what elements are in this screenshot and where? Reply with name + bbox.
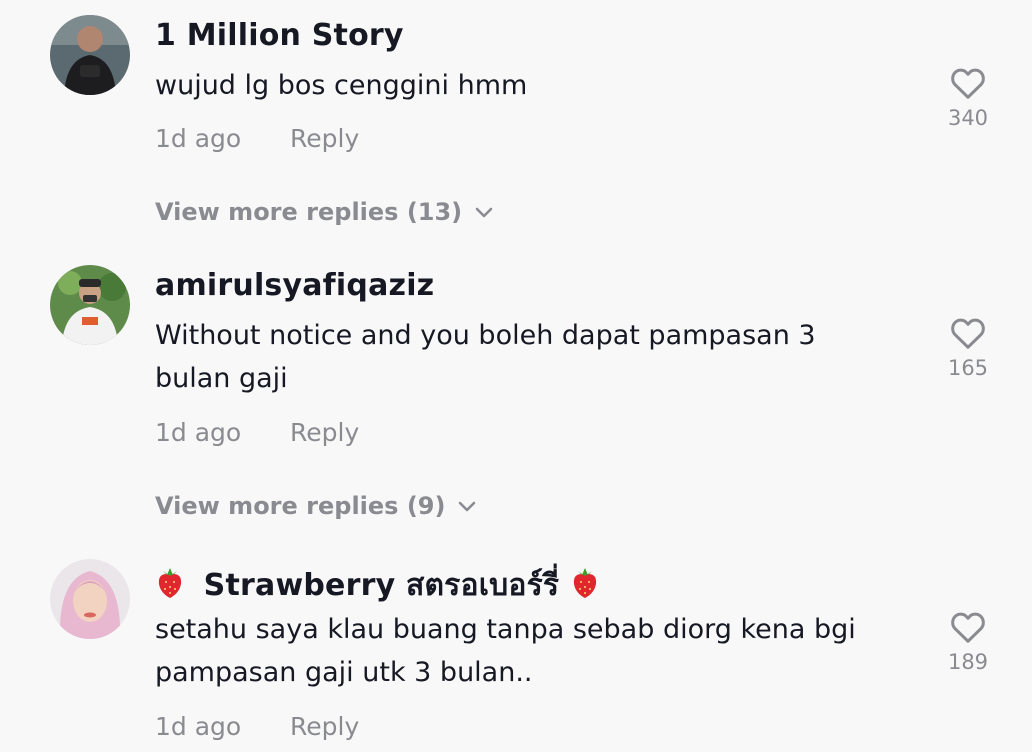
reply-button[interactable]: Reply bbox=[290, 124, 359, 153]
view-more-replies[interactable]: View more replies (9) bbox=[155, 492, 477, 520]
chevron-down-icon bbox=[462, 198, 494, 226]
like-button[interactable]: 189 bbox=[938, 610, 998, 674]
chevron-down-icon bbox=[445, 492, 477, 520]
avatar[interactable] bbox=[50, 265, 130, 345]
like-button[interactable]: 165 bbox=[938, 316, 998, 380]
strawberry-icon bbox=[570, 565, 600, 607]
comment-text: Without notice and you boleh dapat pampa… bbox=[155, 320, 816, 394]
comment-time: 1d ago bbox=[155, 712, 242, 741]
reply-button[interactable]: Reply bbox=[290, 418, 359, 447]
like-button[interactable]: 340 bbox=[938, 66, 998, 130]
avatar[interactable] bbox=[50, 559, 130, 639]
like-count: 189 bbox=[947, 650, 989, 674]
reply-button[interactable]: Reply bbox=[290, 712, 359, 741]
comment-time: 1d ago bbox=[155, 124, 242, 153]
avatar[interactable] bbox=[50, 15, 130, 95]
username[interactable]: 1 Million Story bbox=[155, 18, 404, 53]
heart-outline-icon bbox=[938, 66, 998, 100]
heart-outline-icon bbox=[938, 316, 998, 350]
comment-time: 1d ago bbox=[155, 418, 242, 447]
view-more-replies[interactable]: View more replies (13) bbox=[155, 198, 494, 226]
heart-outline-icon bbox=[938, 610, 998, 644]
like-count: 165 bbox=[947, 356, 989, 380]
view-more-replies-label: View more replies (9) bbox=[155, 492, 446, 520]
strawberry-icon bbox=[155, 565, 185, 607]
view-more-replies-label: View more replies (13) bbox=[155, 198, 463, 226]
username[interactable]: Strawberry สตรอเบอร์รี่ bbox=[155, 562, 600, 609]
username-text: Strawberry สตรอเบอร์รี่ bbox=[203, 568, 560, 603]
comment-text: setahu saya klau buang tanpa sebab diorg… bbox=[155, 614, 856, 688]
comment-text: wujud lg bos cenggini hmm bbox=[155, 70, 528, 101]
username[interactable]: amirulsyafiqaziz bbox=[155, 268, 434, 303]
like-count: 340 bbox=[947, 106, 989, 130]
